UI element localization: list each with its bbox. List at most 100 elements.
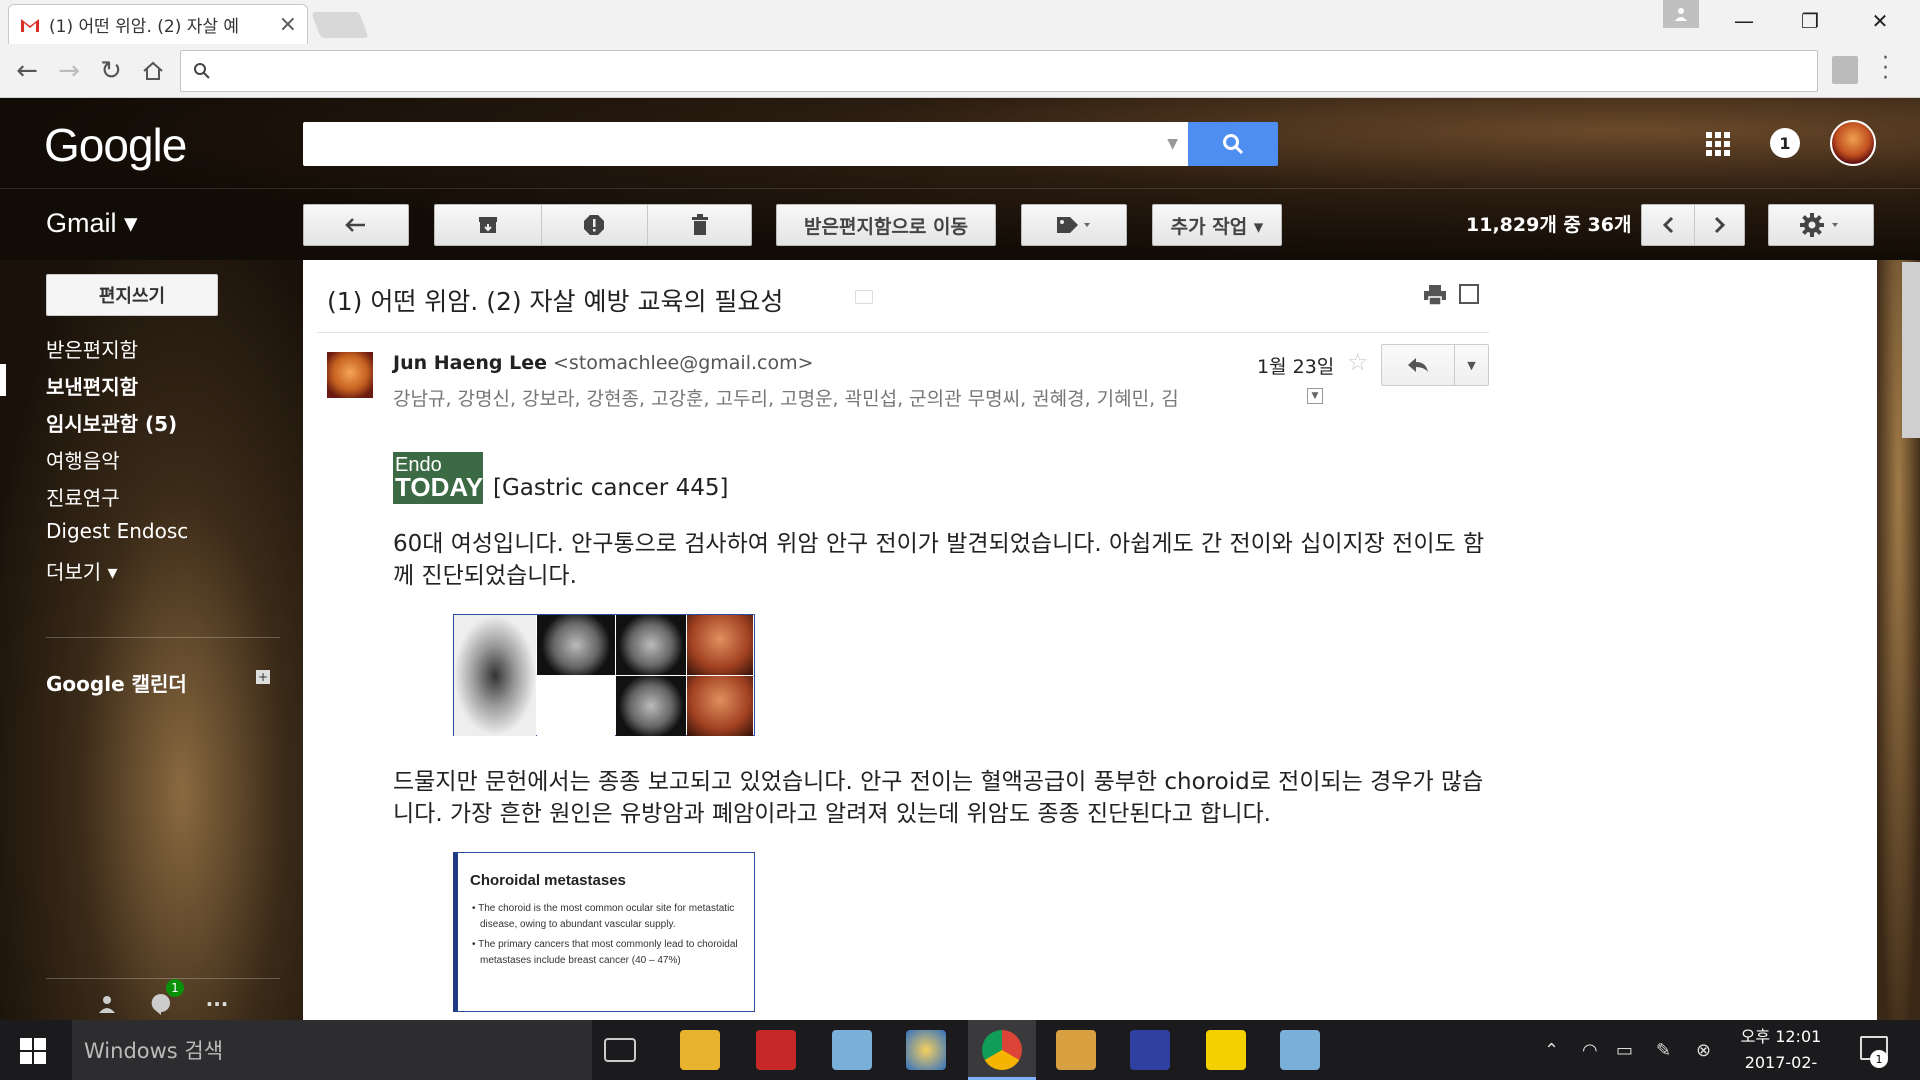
tray-up-chevron-icon[interactable]: ⌃: [1544, 1040, 1559, 1061]
hangouts-bar: 1 ···: [46, 978, 280, 1020]
gmail-app-switcher[interactable]: Gmail ▾: [46, 208, 138, 239]
apps-grid-icon[interactable]: [1706, 132, 1730, 156]
sender-avatar: [327, 352, 373, 398]
search-icon: [194, 63, 210, 79]
selected-folder-indicator: [0, 364, 6, 396]
notifications-badge[interactable]: 1: [1770, 128, 1800, 158]
new-window-icon[interactable]: [1459, 284, 1479, 304]
notepad-app-icon[interactable]: [832, 1030, 872, 1070]
older-button[interactable]: [1694, 205, 1746, 245]
sidebar-item-sent[interactable]: 보낸편지함: [46, 371, 138, 400]
ct-abdomen-image-1: [616, 615, 686, 675]
compose-button[interactable]: 편지쓰기: [46, 274, 218, 316]
labels-button[interactable]: [1021, 204, 1127, 246]
clock-time: 오후 12:01: [1740, 1027, 1822, 1046]
gmail-sidebar: 편지쓰기 받은편지함 보낸편지함 임시보관함 (5) 여행음악 진료연구 Dig…: [0, 260, 303, 1020]
back-icon[interactable]: ←: [12, 56, 42, 86]
sidebar-item-inbox[interactable]: 받은편지함: [46, 334, 138, 363]
system-clock[interactable]: 오후 12:01 2017-02-08: [1736, 1024, 1826, 1080]
google-logo[interactable]: Google: [44, 118, 187, 172]
more-actions-button[interactable]: 추가 작업 ▾: [1152, 204, 1282, 246]
ct-abdomen-image-2: [616, 676, 686, 736]
address-input[interactable]: [221, 62, 1817, 80]
choroidal-metastases-slide[interactable]: Choroidal metastases • The choroid is th…: [453, 852, 755, 1012]
contacts-icon[interactable]: [92, 989, 122, 1019]
archive-button[interactable]: [435, 205, 541, 245]
browser-toolbar: ← → ↻ · · ·: [0, 44, 1920, 98]
search-icon: [1223, 134, 1244, 155]
report-spam-button[interactable]: [541, 205, 647, 245]
search-options-dropdown-icon[interactable]: ▼: [1167, 136, 1178, 152]
battery-icon[interactable]: ▭: [1616, 1040, 1633, 1061]
sidebar-item-digest-endosc[interactable]: Digest Endosc: [46, 519, 188, 543]
newer-button[interactable]: [1642, 205, 1694, 245]
google-calendar-label[interactable]: Google 캘린더: [46, 668, 187, 697]
sidebar-item-clinical-research[interactable]: 진료연구: [46, 482, 120, 511]
sidebar-item-travel-music[interactable]: 여행음악: [46, 445, 120, 474]
reply-button-group: ▼: [1381, 344, 1489, 386]
gear-icon: [1800, 213, 1838, 237]
move-to-inbox-button[interactable]: 받은편지함으로 이동: [776, 204, 996, 246]
acrobat-reader-icon[interactable]: [756, 1030, 796, 1070]
page-scrollbar[interactable]: [1902, 262, 1920, 438]
show-details-icon[interactable]: ▼: [1307, 388, 1323, 404]
body-paragraph-2: 드물지만 문헌에서는 종종 보고되고 있었습니다. 안구 전이는 혈액공급이 풍…: [393, 769, 1484, 827]
minimize-button[interactable]: —: [1716, 4, 1772, 38]
pdf-extension-icon[interactable]: [1832, 56, 1858, 84]
new-tab-button[interactable]: [311, 12, 369, 38]
reload-icon[interactable]: ↻: [96, 56, 126, 86]
forward-icon[interactable]: →: [54, 56, 84, 86]
windows-search-box[interactable]: Windows 검색: [72, 1020, 592, 1080]
home-icon[interactable]: [138, 56, 168, 86]
sidebar-item-more[interactable]: 더보기 ▾: [46, 556, 118, 585]
label-chip[interactable]: [855, 290, 873, 304]
people-app-icon[interactable]: [1056, 1030, 1096, 1070]
file-explorer-icon[interactable]: [680, 1030, 720, 1070]
back-arrow-icon: [345, 218, 365, 232]
clock-date: 2017-02-08: [1744, 1053, 1818, 1080]
message-date: 1월 23일: [1257, 356, 1335, 378]
save-app-icon[interactable]: [1130, 1030, 1170, 1070]
star-icon[interactable]: ☆: [1347, 348, 1369, 376]
message-counter: 11,829개 중 36개: [1466, 214, 1632, 236]
back-to-list-button[interactable]: [303, 204, 409, 246]
wifi-icon[interactable]: ◠: [1582, 1040, 1598, 1061]
endo-today-logo: Endo TODAY: [393, 452, 484, 504]
gmail-header: Google ▼ 1 Gmail ▾ 받은편지함으로 이동 추가 작업 ▾ 11…: [0, 98, 1920, 260]
browser-tab[interactable]: (1) 어떤 위암. (2) 자살 예 ×: [8, 4, 308, 44]
restore-button[interactable]: ❐: [1782, 4, 1838, 38]
reply-more-dropdown-icon[interactable]: ▼: [1454, 345, 1488, 385]
chrome-icon[interactable]: [982, 1030, 1022, 1070]
delete-button[interactable]: [647, 205, 753, 245]
print-icon[interactable]: [1423, 284, 1447, 306]
figure-blank-cell: [537, 676, 615, 736]
close-window-button[interactable]: ✕: [1852, 4, 1908, 38]
gastric-cancer-tag: [Gastric cancer 445]: [493, 475, 729, 501]
kakaotalk-icon[interactable]: [1206, 1030, 1246, 1070]
settings-button[interactable]: [1768, 204, 1874, 246]
notepad-app-icon-2[interactable]: [1280, 1030, 1320, 1070]
case-images-figure[interactable]: [453, 614, 755, 736]
sidebar-item-drafts[interactable]: 임시보관함 (5): [46, 408, 177, 437]
user-profile-icon[interactable]: [1663, 0, 1699, 28]
volume-muted-icon[interactable]: ⊗: [1696, 1040, 1711, 1061]
mail-search-input[interactable]: ▼: [303, 122, 1188, 166]
tab-close-icon[interactable]: ×: [279, 12, 297, 37]
more-options-icon[interactable]: ···: [202, 989, 232, 1019]
pen-icon[interactable]: ✎: [1656, 1040, 1671, 1061]
windows-start-icon[interactable]: [20, 1038, 46, 1064]
tab-title: (1) 어떤 위암. (2) 자살 예: [49, 17, 240, 37]
reply-icon[interactable]: [1382, 345, 1454, 385]
message-view: (1) 어떤 위암. (2) 자살 예방 교육의 필요성 Jun Haeng L…: [303, 260, 1877, 1020]
account-avatar[interactable]: [1830, 120, 1876, 166]
search-button[interactable]: [1188, 122, 1278, 166]
paint-app-icon[interactable]: [906, 1030, 946, 1070]
task-view-icon[interactable]: [604, 1038, 636, 1062]
calendar-add-icon[interactable]: +: [256, 670, 270, 684]
address-bar[interactable]: [180, 50, 1818, 92]
body-paragraph-1: 60대 여성입니다. 안구통으로 검사하여 위암 안구 전이가 발견되었습니다.…: [393, 531, 1485, 589]
browser-menu-icon[interactable]: · · ·: [1882, 48, 1889, 90]
endoscopy-image-1: [687, 615, 753, 675]
action-center-badge: 1: [1870, 1050, 1888, 1068]
recipients-list: 강남규, 강명신, 강보라, 강현종, 고강훈, 고두리, 고명운, 곽민섭, …: [393, 388, 1179, 410]
